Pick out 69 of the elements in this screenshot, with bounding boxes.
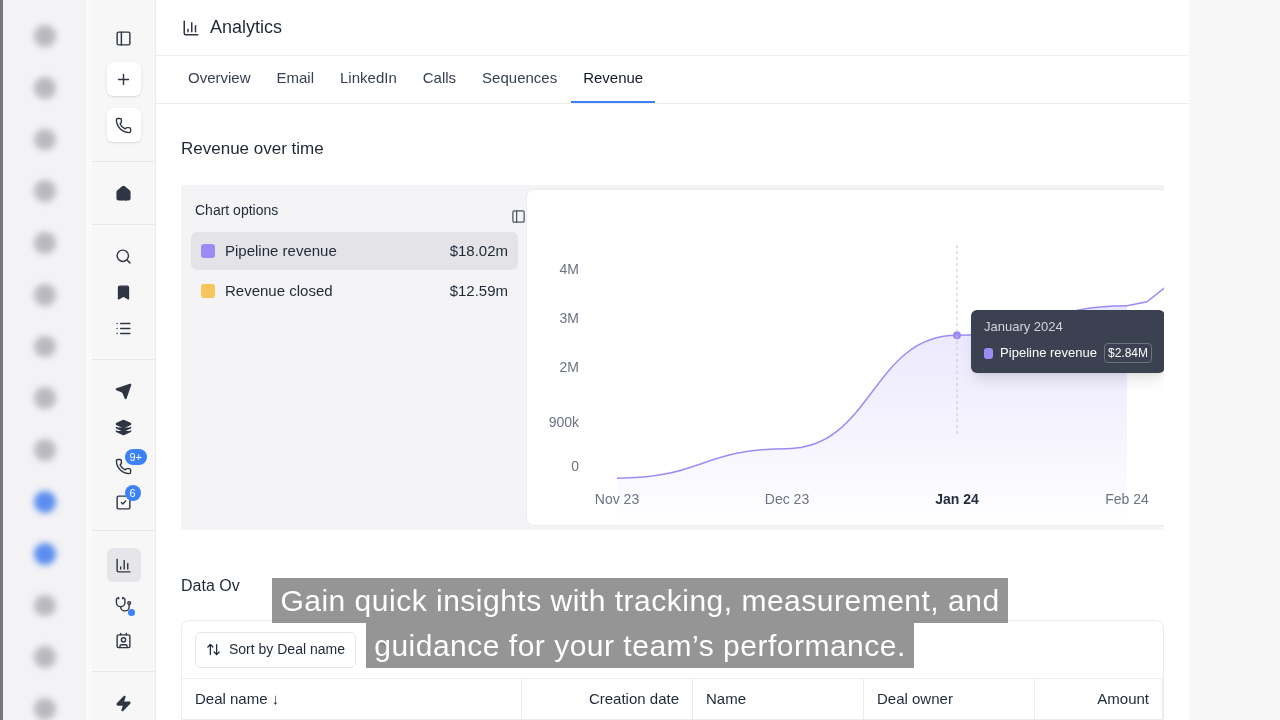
- tab[interactable]: Calls: [410, 56, 469, 103]
- blurred-icon: [33, 491, 56, 513]
- panel-icon: [115, 29, 132, 47]
- layers-icon: [115, 418, 132, 436]
- tab[interactable]: Sequences: [470, 56, 570, 103]
- tab[interactable]: Email: [264, 56, 327, 103]
- blurred-icon: [33, 128, 56, 151]
- tab[interactable]: Overview: [176, 56, 263, 103]
- section-title: Data Ov: [181, 576, 241, 596]
- blurred-icon: [33, 180, 56, 203]
- phone-icon: [115, 116, 132, 134]
- sidebar-item[interactable]: 9+: [106, 449, 155, 477]
- bookmark-icon: [115, 283, 132, 301]
- tooltip-label: Pipeline revenue: [1000, 344, 1097, 363]
- axis-label: Nov 23: [594, 491, 640, 507]
- blurred-icon: [33, 76, 56, 99]
- home-icon: [115, 184, 132, 202]
- blurred-icon: [33, 594, 56, 617]
- tooltip-title: January 2024: [984, 320, 1064, 333]
- page-title: Analytics: [210, 16, 283, 40]
- column-header[interactable]: Creation date: [522, 679, 693, 719]
- blurred-icon: [33, 387, 56, 410]
- sidebar-item[interactable]: [106, 548, 141, 582]
- sort-button[interactable]: Sort by Deal name: [195, 631, 356, 668]
- panel-title: Chart options: [194, 202, 279, 218]
- tab[interactable]: LinkedIn: [328, 56, 409, 103]
- blurred-icon: [33, 542, 56, 565]
- bar-chart-icon: [115, 556, 132, 574]
- checkbox-icon: [114, 493, 132, 511]
- column-header[interactable]: Name: [693, 679, 864, 719]
- subtitle-overlay: guidance for your team’s performance.: [366, 623, 914, 668]
- blurred-icon: [33, 335, 56, 358]
- axis-label: 4M: [559, 260, 579, 277]
- axis-label: Jan 24: [935, 491, 979, 507]
- panel-icon[interactable]: [511, 209, 526, 224]
- sidebar-item[interactable]: 6: [106, 485, 155, 513]
- count-badge: 9+: [124, 449, 148, 465]
- bar-chart-icon: [182, 18, 200, 37]
- blurred-icon: [33, 439, 56, 462]
- blurred-icon: [33, 646, 56, 669]
- count-badge: 6: [124, 485, 141, 501]
- phone-icon: [114, 457, 132, 475]
- axis-label: 2M: [559, 359, 579, 376]
- series-option[interactable]: Revenue closed $12.59m: [191, 272, 518, 310]
- series-option[interactable]: Pipeline revenue $18.02m: [191, 232, 518, 270]
- blurred-icon: [33, 283, 56, 306]
- search-icon: [115, 247, 132, 265]
- subtitle-overlay: Gain quick insights with tracking, measurement, and: [272, 578, 1008, 623]
- column-header[interactable]: Deal name ↓: [182, 679, 522, 719]
- contact-card-icon: [115, 631, 132, 649]
- column-header[interactable]: Deal owner: [864, 679, 1035, 719]
- axis-label: Feb 24: [1105, 491, 1149, 507]
- tab[interactable]: Revenue: [571, 56, 656, 103]
- axis-label: Dec 23: [764, 491, 810, 507]
- sort-icon: [206, 642, 221, 657]
- blurred-icon: [33, 698, 56, 720]
- tooltip-value: $2.84M: [1103, 343, 1152, 363]
- sidebar-item[interactable]: [106, 108, 141, 142]
- section-title: Revenue over time: [181, 137, 325, 160]
- axis-label: 900k: [548, 413, 579, 430]
- hover-point: [953, 331, 961, 340]
- lightning-icon: [115, 694, 132, 712]
- blurred-icon: [33, 232, 56, 254]
- axis-label: 3M: [559, 310, 579, 327]
- blurred-icon: [33, 25, 56, 47]
- stethoscope-icon: [115, 595, 132, 613]
- axis-label: 0: [571, 457, 579, 474]
- paper-plane-icon: [115, 382, 132, 400]
- column-header[interactable]: Amount: [1035, 679, 1163, 719]
